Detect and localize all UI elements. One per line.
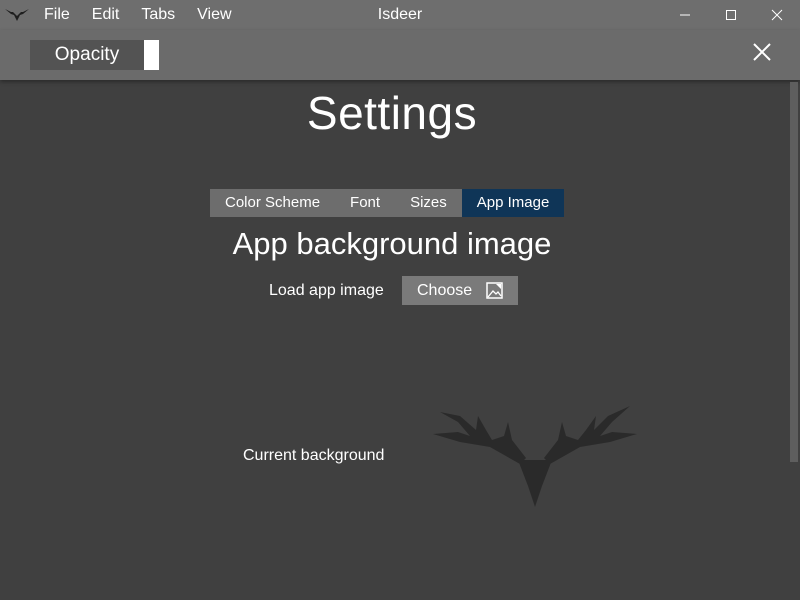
menu-bar: File Edit Tabs View — [44, 0, 254, 30]
scrollbar-thumb[interactable] — [790, 82, 798, 462]
window-close-button[interactable] — [754, 0, 800, 30]
minimize-icon — [680, 14, 690, 16]
opacity-button[interactable]: Opacity — [30, 40, 144, 70]
tab-app-image[interactable]: App Image — [461, 189, 565, 217]
tab-color-scheme[interactable]: Color Scheme — [210, 189, 336, 217]
tab-font[interactable]: Font — [335, 189, 396, 217]
deer-antlers-icon — [433, 406, 637, 507]
toolbar: Opacity — [0, 30, 800, 80]
tab-sizes[interactable]: Sizes — [395, 189, 462, 217]
menu-file[interactable]: File — [44, 6, 70, 24]
menu-tabs[interactable]: Tabs — [141, 6, 175, 24]
image-file-icon — [486, 282, 503, 299]
minimize-button[interactable] — [662, 0, 708, 30]
maximize-icon — [726, 10, 736, 20]
opacity-slider-handle[interactable] — [144, 40, 159, 70]
choose-image-button[interactable]: Choose — [402, 276, 518, 305]
section-heading: App background image — [232, 226, 552, 261]
settings-tabs: Color Scheme Font Sizes App Image — [210, 189, 565, 217]
title-bar: File Edit Tabs View Isdeer — [0, 0, 800, 30]
close-icon — [771, 9, 783, 21]
menu-view[interactable]: View — [197, 6, 231, 24]
current-background-image — [433, 406, 637, 507]
current-background-label: Current background — [243, 447, 385, 464]
page-title: Settings — [306, 87, 478, 139]
choose-button-label: Choose — [417, 281, 473, 299]
menu-edit[interactable]: Edit — [92, 6, 120, 24]
load-image-label: Load app image — [269, 282, 384, 299]
close-icon — [753, 43, 771, 61]
maximize-button[interactable] — [708, 0, 754, 30]
app-logo-icon — [5, 9, 29, 21]
close-settings-button[interactable] — [748, 38, 776, 66]
vertical-scrollbar[interactable] — [788, 80, 800, 600]
